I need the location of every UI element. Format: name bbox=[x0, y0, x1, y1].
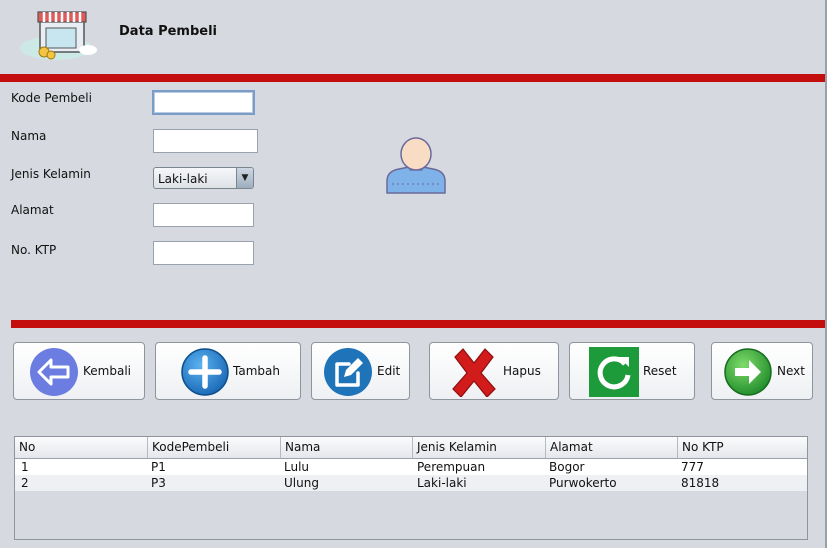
user-avatar-icon bbox=[384, 136, 448, 196]
cell-no-ktp: 777 bbox=[681, 460, 704, 474]
reset-label: Reset bbox=[643, 364, 677, 378]
column-header-jenis-kelamin[interactable]: Jenis Kelamin bbox=[413, 437, 546, 458]
column-header-kode[interactable]: KodePembeli bbox=[148, 437, 281, 458]
cell-alamat: Bogor bbox=[549, 460, 585, 474]
next-label: Next bbox=[777, 364, 805, 378]
table-row[interactable]: 2 P3 Ulung Laki-laki Purwokerto 81818 bbox=[15, 475, 807, 491]
kode-pembeli-label: Kode Pembeli bbox=[11, 91, 92, 105]
column-header-no-ktp[interactable]: No KTP bbox=[678, 437, 807, 458]
alamat-input[interactable] bbox=[153, 203, 254, 227]
jenis-kelamin-label: Jenis Kelamin bbox=[11, 167, 91, 181]
cell-nama: Lulu bbox=[284, 460, 310, 474]
nama-input[interactable] bbox=[153, 129, 258, 153]
kembali-label: Kembali bbox=[83, 364, 131, 378]
refresh-icon bbox=[589, 347, 639, 397]
cell-jenis-kelamin: Laki-laki bbox=[417, 476, 467, 490]
delete-x-icon bbox=[449, 347, 499, 398]
edit-button[interactable]: Edit bbox=[311, 342, 410, 400]
cell-jenis-kelamin: Perempuan bbox=[417, 460, 486, 474]
column-header-nama[interactable]: Nama bbox=[281, 437, 413, 458]
arrow-right-icon bbox=[723, 347, 773, 397]
plus-icon bbox=[180, 347, 230, 397]
column-header-no[interactable]: No bbox=[15, 437, 148, 458]
table-header: No KodePembeli Nama Jenis Kelamin Alamat… bbox=[15, 437, 807, 459]
middle-divider bbox=[11, 320, 827, 328]
tambah-label: Tambah bbox=[233, 364, 280, 378]
next-button[interactable]: Next bbox=[711, 342, 813, 400]
pembeli-table[interactable]: No KodePembeli Nama Jenis Kelamin Alamat… bbox=[14, 436, 808, 540]
kode-pembeli-input[interactable] bbox=[152, 90, 255, 115]
no-ktp-label: No. KTP bbox=[11, 243, 57, 257]
reset-button[interactable]: Reset bbox=[569, 342, 695, 400]
column-header-alamat[interactable]: Alamat bbox=[546, 437, 678, 458]
top-divider bbox=[0, 74, 827, 82]
edit-label: Edit bbox=[377, 364, 401, 378]
alamat-label: Alamat bbox=[11, 203, 54, 217]
cell-alamat: Purwokerto bbox=[549, 476, 617, 490]
table-row[interactable]: 1 P1 Lulu Perempuan Bogor 777 bbox=[15, 459, 807, 475]
cell-nama: Ulung bbox=[284, 476, 319, 490]
cell-kode: P3 bbox=[151, 476, 166, 490]
no-ktp-input[interactable] bbox=[153, 241, 254, 265]
chevron-down-icon[interactable]: ▼ bbox=[236, 168, 253, 188]
jenis-kelamin-value: Laki-laki bbox=[158, 172, 208, 186]
cell-kode: P1 bbox=[151, 460, 166, 474]
edit-icon bbox=[323, 347, 373, 397]
nama-label: Nama bbox=[11, 129, 47, 143]
cell-no: 1 bbox=[21, 460, 29, 474]
cell-no: 2 bbox=[21, 476, 29, 490]
store-logo-icon bbox=[18, 6, 98, 62]
hapus-button[interactable]: Hapus bbox=[429, 342, 559, 400]
page-title: Data Pembeli bbox=[119, 24, 218, 39]
kembali-button[interactable]: Kembali bbox=[13, 342, 145, 400]
jenis-kelamin-select[interactable]: Laki-laki ▼ bbox=[153, 167, 254, 189]
hapus-label: Hapus bbox=[503, 364, 541, 378]
cell-no-ktp: 81818 bbox=[681, 476, 720, 490]
arrow-left-icon bbox=[29, 347, 79, 397]
tambah-button[interactable]: Tambah bbox=[155, 342, 301, 400]
